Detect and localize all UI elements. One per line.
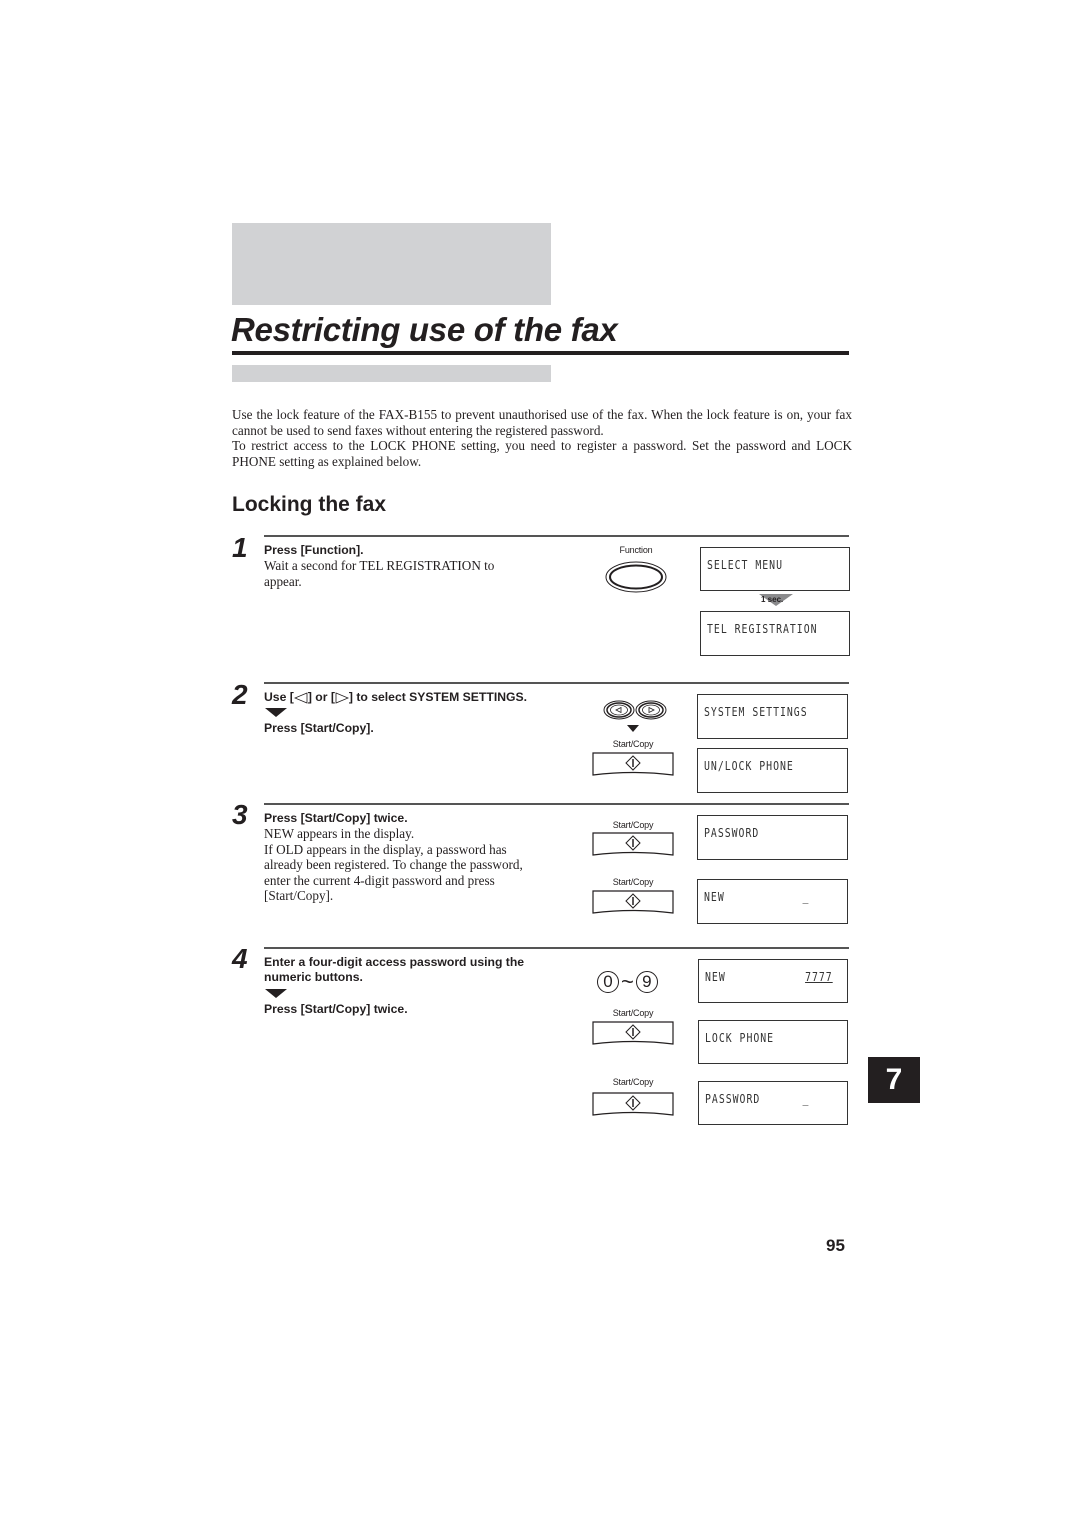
lcd-display: UN/LOCK PHONE xyxy=(697,748,848,793)
lcd-display: SYSTEM SETTINGS xyxy=(697,694,848,739)
lcd-display: NEW _ xyxy=(697,879,848,924)
step-instruction: Press [Start/Copy] twice. xyxy=(264,811,408,825)
numeric-key-0[interactable]: 0 xyxy=(597,971,619,993)
step-number: 3 xyxy=(232,799,248,830)
step-number: 2 xyxy=(232,679,248,710)
left-arrow-key-icon xyxy=(293,691,308,704)
lcd-display: PASSWORD _ xyxy=(698,1081,848,1125)
lcd-text: PASSWORD xyxy=(705,1092,761,1106)
start-copy-button[interactable] xyxy=(592,890,674,916)
lcd-text: LOCK PHONE xyxy=(705,1031,775,1045)
delay-label: 1 sec. xyxy=(761,595,784,604)
start-copy-button[interactable] xyxy=(592,1092,674,1118)
intro-paragraph: Use the lock feature of the FAX-B155 to … xyxy=(232,407,852,438)
intro-paragraph: To restrict access to the LOCK PHONE set… xyxy=(232,438,852,470)
down-arrow-icon xyxy=(627,725,639,732)
range-tilde: ~ xyxy=(621,969,634,994)
next-step-arrow-icon xyxy=(265,708,287,717)
lcd-text: TEL REGISTRATION xyxy=(707,622,818,636)
lcd-text: UN/LOCK PHONE xyxy=(704,759,794,773)
lcd-text: NEW xyxy=(705,970,726,984)
start-copy-button[interactable] xyxy=(592,752,674,778)
instruction-part: ] to select SYSTEM SETTINGS. xyxy=(348,690,527,704)
description-line: enter the current 4-digit password and p… xyxy=(264,872,495,888)
password-digits: 7777 xyxy=(805,970,833,984)
page-number: 95 xyxy=(826,1236,845,1255)
step-instruction: Press [Start/Copy]. xyxy=(264,721,374,735)
lcd-display: LOCK PHONE xyxy=(698,1020,848,1064)
description-line: NEW appears in the display. xyxy=(264,826,415,841)
step-divider xyxy=(264,803,849,805)
title-rule xyxy=(232,351,849,355)
description-line: already been registered. To change the p… xyxy=(264,857,523,873)
instruction-part: ] or [ xyxy=(307,690,335,704)
lcd-text: SELECT MENU xyxy=(707,558,783,572)
start-copy-button-label: Start/Copy xyxy=(612,1077,654,1087)
step-divider xyxy=(264,682,849,684)
step-instruction: Press [Function]. xyxy=(264,543,364,557)
left-right-keys[interactable] xyxy=(602,699,668,723)
step-instruction: Enter a four-digit access password using… xyxy=(264,955,525,969)
numeric-keys[interactable]: 0 ~ 9 xyxy=(597,969,677,995)
step-divider xyxy=(264,947,849,949)
header-gray-block xyxy=(232,223,551,305)
right-arrow-key-icon xyxy=(335,691,349,704)
lcd-text: PASSWORD xyxy=(704,826,760,840)
start-copy-button-label: Start/Copy xyxy=(612,877,654,887)
step-description: NEW appears in the display. If OLD appea… xyxy=(264,826,523,904)
lcd-cursor: _ xyxy=(802,890,809,904)
start-copy-button-label: Start/Copy xyxy=(612,1008,654,1018)
lcd-display: PASSWORD xyxy=(697,815,848,860)
chapter-tab: 7 xyxy=(868,1057,920,1103)
section-title: Locking the fax xyxy=(232,493,387,516)
step-number: 1 xyxy=(232,532,248,563)
start-copy-button-label: Start/Copy xyxy=(612,739,654,749)
instruction-part: Use [ xyxy=(264,690,294,704)
lcd-text: SYSTEM SETTINGS xyxy=(704,705,808,719)
description-line: appear. xyxy=(264,573,302,589)
start-copy-button-label: Start/Copy xyxy=(612,820,654,830)
subheader-gray-block xyxy=(232,365,551,382)
function-button-label: Function xyxy=(619,545,653,555)
lcd-text: NEW xyxy=(704,890,725,904)
step-divider xyxy=(264,535,849,537)
page-title: Restricting use of the fax xyxy=(231,311,618,348)
lcd-password-digits: 7777 xyxy=(805,970,833,984)
start-copy-button[interactable] xyxy=(592,832,674,858)
description-line: If OLD appears in the display, a passwor… xyxy=(264,841,507,857)
description-line: [Start/Copy]. xyxy=(264,888,334,904)
next-step-arrow-icon xyxy=(265,989,287,998)
numeric-key-9[interactable]: 9 xyxy=(635,971,658,993)
function-button[interactable] xyxy=(604,560,668,594)
intro-text: Use the lock feature of the FAX-B155 to … xyxy=(232,407,852,470)
step-description: Wait a second for TEL REGISTRATION to ap… xyxy=(264,558,494,589)
step-instruction: Press [Start/Copy] twice. xyxy=(264,1002,408,1016)
step-instruction: numeric buttons. xyxy=(264,970,363,984)
step-number: 4 xyxy=(232,943,248,974)
lcd-display: TEL REGISTRATION xyxy=(700,611,850,656)
step-instruction: Use [ ] or [ ] to select SYSTEM SETTINGS… xyxy=(264,690,527,705)
lcd-display: NEW 7777 xyxy=(698,959,848,1003)
description-line: Wait a second for TEL REGISTRATION to xyxy=(264,558,495,573)
lcd-cursor: _ xyxy=(802,1092,809,1106)
lcd-display: SELECT MENU xyxy=(700,547,850,591)
start-copy-button[interactable] xyxy=(592,1021,674,1047)
